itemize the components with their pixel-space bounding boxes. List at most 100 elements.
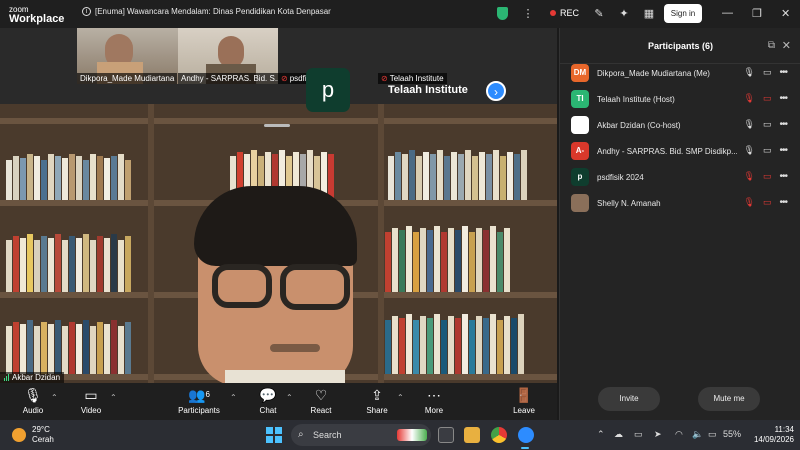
system-clock[interactable]: 11:34 14/09/2026: [742, 425, 794, 445]
minimize-icon[interactable]: —: [722, 7, 733, 19]
task-view-icon[interactable]: [438, 427, 454, 443]
camera-tray-icon[interactable]: ▭: [634, 429, 643, 440]
participant-status-icons: 🎙 ▭ •••: [744, 145, 788, 156]
stats-icon[interactable]: ⋮: [522, 7, 534, 20]
more-options-icon[interactable]: •••: [779, 171, 787, 182]
annotate-icon[interactable]: ✎: [593, 7, 605, 20]
mustache: [270, 344, 320, 352]
more-button[interactable]: ⋯ More: [409, 386, 459, 415]
microphone-icon[interactable]: 🎙: [744, 145, 755, 156]
more-options-icon[interactable]: •••: [779, 197, 787, 208]
microphone-icon[interactable]: 🎙: [744, 119, 755, 130]
windows-start-icon[interactable]: [266, 427, 282, 443]
more-options-icon[interactable]: •••: [779, 119, 787, 130]
participant-row[interactable]: A- Andhy - SARPRAS. Bid. SMP Disdikp... 🎙 ▭…: [560, 140, 800, 164]
file-explorer-icon[interactable]: [464, 427, 480, 443]
video-thumbnail[interactable]: ⊘ Telaah Institute: [378, 28, 508, 84]
weather-sun-icon[interactable]: [12, 428, 26, 442]
video-thumbnail[interactable]: Dikpora_Made Mudiartana: [77, 28, 178, 84]
camera-off-icon[interactable]: ▭: [763, 171, 772, 182]
tray-overflow-chevron-icon[interactable]: ⌃: [597, 429, 605, 440]
camera-off-icon[interactable]: ▭: [763, 93, 772, 104]
wifi-icon[interactable]: ◠: [675, 429, 683, 440]
mute-me-button[interactable]: Mute me: [698, 387, 760, 411]
mic-muted-icon[interactable]: 🎙: [744, 93, 755, 104]
participant-name: Telaah Institute (Host): [597, 95, 675, 104]
participant-status-icons: 🎙 ▭ •••: [744, 171, 788, 182]
participant-row[interactable]: DM Dikpora_Made Mudiartana (Me) 🎙 ▭ •••: [560, 62, 800, 86]
shelf-upright: [378, 104, 384, 383]
window-close-icon[interactable]: ✕: [781, 7, 790, 20]
video-button[interactable]: ▭ Video: [66, 386, 116, 415]
camera-off-icon[interactable]: ▭: [763, 197, 772, 208]
thumbnail-name: Dikpora_Made Mudiartana: [77, 73, 178, 84]
cloud-icon[interactable]: ☁: [614, 429, 623, 440]
apps-icon[interactable]: ▦: [643, 7, 655, 20]
participant-status-icons: 🎙 ▭ •••: [744, 93, 788, 104]
title-bar: zoom Workplace i [Enuma] Wawancara Menda…: [0, 0, 800, 28]
taskbar-search[interactable]: ⌕ Search: [291, 424, 431, 446]
participant-row[interactable]: Shelly N. Amanah 🎙 ▭ •••: [560, 192, 800, 216]
info-icon[interactable]: i: [82, 7, 91, 16]
recording-indicator[interactable]: REC: [550, 8, 579, 18]
battery-icon[interactable]: ▭: [708, 429, 717, 440]
restore-icon[interactable]: ❐: [752, 7, 762, 20]
more-options-icon[interactable]: •••: [779, 93, 787, 104]
weather-condition: Cerah: [32, 435, 54, 444]
books: [385, 216, 510, 292]
camera-icon[interactable]: ▭: [763, 67, 772, 78]
panel-title: Participants (6): [647, 41, 714, 51]
mic-muted-icon[interactable]: 🎙: [744, 171, 755, 182]
audio-label: Audio: [22, 406, 44, 415]
strip-resize-handle[interactable]: [264, 124, 290, 127]
participants-button[interactable]: 👥6 Participants: [174, 386, 224, 415]
video-options-chevron-icon[interactable]: ⌃: [110, 393, 117, 402]
zoom-app-icon[interactable]: [518, 427, 534, 443]
participant-row[interactable]: TI Telaah Institute (Host) 🎙 ▭ •••: [560, 88, 800, 112]
sign-in-button[interactable]: Sign in: [664, 4, 702, 23]
signal-bars-icon: [4, 374, 9, 381]
more-options-icon[interactable]: •••: [779, 145, 787, 156]
participant-row[interactable]: p psdfisik 2024 🎙 ▭ •••: [560, 166, 800, 190]
video-thumbnail[interactable]: Andhy - SARPRAS. Bid. S...: [178, 28, 278, 84]
more-label: More: [424, 406, 444, 415]
chrome-icon[interactable]: [491, 427, 507, 443]
participants-count: 6: [205, 390, 210, 399]
camera-icon[interactable]: ▭: [763, 119, 772, 130]
share-button[interactable]: ⇪ Share: [352, 386, 402, 415]
avatar: p: [306, 68, 350, 112]
video-stage[interactable]: Dikpora_Made Mudiartana Andhy - SARPRAS.…: [0, 28, 557, 383]
participant-name: Shelly N. Amanah: [597, 199, 661, 208]
chat-label: Chat: [259, 406, 277, 415]
microphone-icon[interactable]: 🎙: [744, 67, 755, 78]
invite-button[interactable]: Invite: [598, 387, 660, 411]
location-icon[interactable]: ➤: [654, 429, 662, 440]
brand-bottom: Workplace: [9, 13, 65, 25]
search-highlight-image: [397, 429, 427, 441]
share-options-chevron-icon[interactable]: ⌃: [397, 393, 404, 402]
leave-button[interactable]: 🚪 Leave: [499, 386, 549, 415]
volume-icon[interactable]: 🔈: [692, 429, 703, 440]
next-page-button[interactable]: ›: [486, 81, 506, 101]
leave-door-icon: 🚪: [515, 387, 533, 403]
panel-header: Participants (6) ⧉ ✕: [560, 28, 800, 64]
participants-options-chevron-icon[interactable]: ⌃: [230, 393, 237, 402]
more-options-icon[interactable]: •••: [779, 67, 787, 78]
mic-muted-icon[interactable]: 🎙: [744, 197, 755, 208]
panel-close-icon[interactable]: ✕: [782, 39, 791, 52]
audio-options-chevron-icon[interactable]: ⌃: [51, 393, 58, 402]
share-label: Share: [366, 406, 388, 415]
encryption-shield-icon[interactable]: [497, 7, 508, 20]
meeting-info[interactable]: i [Enuma] Wawancara Mendalam: Dinas Pend…: [82, 7, 331, 16]
rec-label: REC: [560, 8, 580, 18]
pop-out-icon[interactable]: ⧉: [768, 40, 775, 51]
react-button[interactable]: ♡ React: [296, 386, 346, 415]
participant-status-icons: 🎙 ▭ •••: [744, 67, 788, 78]
weather-widget[interactable]: 29°C Cerah: [32, 425, 54, 445]
ai-companion-icon[interactable]: ✦: [618, 7, 630, 20]
more-icon: ⋯: [427, 387, 441, 403]
participant-row[interactable]: Akbar Dzidan (Co-host) 🎙 ▭ •••: [560, 114, 800, 138]
participant-status-icons: 🎙 ▭ •••: [744, 197, 788, 208]
camera-icon[interactable]: ▭: [763, 145, 772, 156]
chat-options-chevron-icon[interactable]: ⌃: [286, 393, 293, 402]
